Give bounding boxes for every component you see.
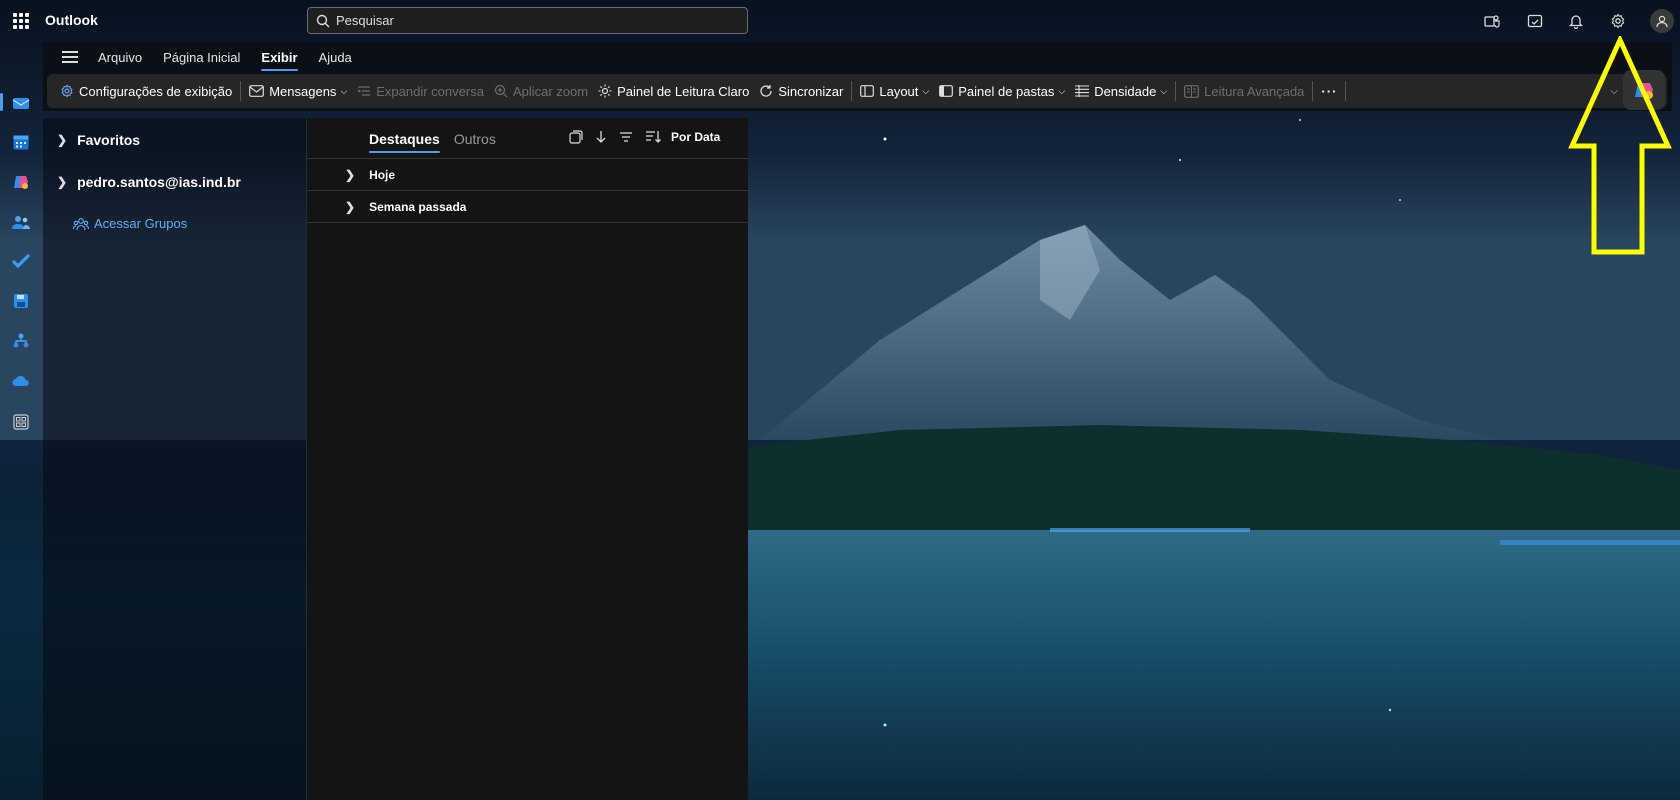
immersive-reader-icon	[1184, 84, 1200, 98]
layout-button[interactable]: Layout ⌵	[855, 74, 934, 108]
search-icon	[316, 14, 330, 27]
mail-icon[interactable]	[10, 92, 32, 114]
app-launcher-icon[interactable]	[13, 13, 29, 29]
sort-by-date-label[interactable]: Por Data	[671, 130, 720, 144]
folder-pane-label: Painel de pastas	[958, 83, 1055, 99]
divider	[1312, 81, 1314, 101]
my-day-icon[interactable]	[1525, 11, 1545, 31]
menu-exibir[interactable]: Exibir	[261, 50, 298, 71]
sync-icon	[760, 85, 772, 97]
ribbon-toolbar: Configurações de exibição Mensagens ⌵ Ex…	[47, 74, 1667, 108]
bell-icon[interactable]	[1566, 11, 1586, 31]
group-label: Semana passada	[369, 199, 467, 214]
group-label: Hoje	[369, 167, 396, 182]
account-label: pedro.santos@ias.ind.br	[77, 174, 241, 190]
top-bar: Outlook Pesquisar	[0, 0, 1680, 42]
ribbon-menu: Arquivo Página Inicial Exibir Ajuda	[43, 42, 373, 72]
divider	[1345, 81, 1347, 101]
layout-icon	[860, 85, 875, 97]
chevron-right-icon: ❯	[57, 133, 68, 147]
list-tools: Por Data	[569, 130, 720, 144]
annotation-arrow	[1568, 36, 1672, 255]
menu-ajuda[interactable]: Ajuda	[319, 50, 352, 65]
gear-icon	[61, 84, 73, 98]
apply-zoom-label: Aplicar zoom	[512, 83, 589, 99]
search-box[interactable]: Pesquisar	[307, 7, 748, 34]
favorites-label: Favoritos	[77, 132, 141, 148]
density-icon	[1075, 85, 1090, 97]
rail-selection-indicator	[0, 93, 3, 111]
tab-outros[interactable]: Outros	[454, 131, 496, 147]
expand-conversation-icon	[357, 86, 371, 96]
copilot-icon[interactable]	[10, 171, 32, 193]
immersive-reader-button[interactable]: Leitura Avançada	[1179, 74, 1309, 108]
more-options-button[interactable]: ···	[1316, 74, 1342, 108]
people-icon[interactable]	[10, 211, 32, 233]
group-header-today[interactable]: ❯ Hoje	[307, 159, 749, 191]
sync-button[interactable]: Sincronizar	[754, 74, 848, 108]
divider	[240, 81, 242, 101]
chevron-right-icon: ❯	[345, 199, 356, 214]
todo-check-icon[interactable]	[10, 250, 32, 272]
expand-conversation-button[interactable]: Expandir conversa	[352, 74, 489, 108]
select-mode-icon[interactable]	[569, 130, 583, 144]
filter-icon[interactable]	[619, 131, 633, 143]
messages-label: Mensagens	[269, 83, 337, 99]
apply-zoom-button[interactable]: Aplicar zoom	[489, 74, 593, 108]
immersive-reader-label: Leitura Avançada	[1204, 83, 1305, 99]
expand-conversation-label: Expandir conversa	[376, 83, 484, 99]
folder-pane-button[interactable]: Painel de pastas ⌵	[934, 74, 1070, 108]
sun-icon	[598, 84, 612, 98]
folder-pane-icon	[939, 85, 954, 97]
groups-label: Acessar Grupos	[94, 216, 188, 231]
chevron-right-icon: ❯	[57, 175, 68, 189]
user-avatar-icon[interactable]	[1650, 9, 1674, 33]
tab-destaques[interactable]: Destaques	[369, 131, 440, 153]
chevron-down-icon: ⌵	[922, 85, 930, 96]
app-title: Outlook	[45, 12, 98, 28]
chevron-down-icon: ⌵	[1058, 85, 1066, 96]
app-rail	[0, 42, 43, 800]
favorites-node[interactable]: ❯ Favoritos	[57, 132, 140, 148]
teams-icon[interactable]	[1482, 11, 1502, 31]
calendar-icon[interactable]	[10, 131, 32, 153]
layout-label: Layout	[879, 83, 919, 99]
search-placeholder: Pesquisar	[336, 13, 394, 28]
groups-link[interactable]: Acessar Grupos	[73, 216, 187, 231]
focused-other-tabs: Destaques Outros	[369, 131, 510, 153]
divider	[851, 81, 853, 101]
chevron-right-icon: ❯	[345, 167, 356, 182]
menu-arquivo[interactable]: Arquivo	[98, 50, 142, 65]
hamburger-menu-icon[interactable]	[62, 48, 78, 66]
group-header-last-week[interactable]: ❯ Semana passada	[307, 191, 749, 223]
display-settings-label: Configurações de exibição	[79, 83, 233, 99]
zoom-in-icon	[494, 84, 508, 98]
light-reading-pane-label: Painel de Leitura Claro	[617, 83, 750, 99]
messages-button[interactable]: Mensagens ⌵	[244, 74, 352, 108]
sync-label: Sincronizar	[778, 83, 844, 99]
ribbon: Arquivo Página Inicial Exibir Ajuda Conf…	[43, 42, 1672, 111]
display-settings-button[interactable]: Configurações de exibição	[55, 74, 237, 108]
light-reading-pane-button[interactable]: Painel de Leitura Claro	[593, 74, 754, 108]
chevron-down-icon: ⌵	[1160, 85, 1168, 96]
jump-to-icon[interactable]	[595, 130, 607, 144]
onedrive-cloud-icon[interactable]	[10, 370, 32, 392]
menu-pagina-inicial[interactable]: Página Inicial	[163, 50, 240, 65]
density-button[interactable]: Densidade ⌵	[1070, 74, 1172, 108]
density-label: Densidade	[1094, 83, 1157, 99]
envelope-icon	[249, 85, 265, 97]
save-icon[interactable]	[10, 290, 32, 312]
chevron-down-icon: ⌵	[340, 85, 348, 96]
folder-pane: ❯ Favoritos ❯ pedro.santos@ias.ind.br Ac…	[43, 118, 306, 800]
org-explorer-icon[interactable]	[10, 330, 32, 352]
message-list-pane: Destaques Outros Por Data ❯ Hoje ❯ Seman…	[306, 118, 749, 800]
groups-icon	[73, 217, 89, 230]
account-node[interactable]: ❯ pedro.santos@ias.ind.br	[57, 174, 241, 190]
divider	[1175, 81, 1177, 101]
sort-icon[interactable]	[645, 130, 661, 144]
settings-gear-icon[interactable]	[1608, 11, 1628, 31]
more-apps-icon[interactable]	[10, 411, 32, 433]
